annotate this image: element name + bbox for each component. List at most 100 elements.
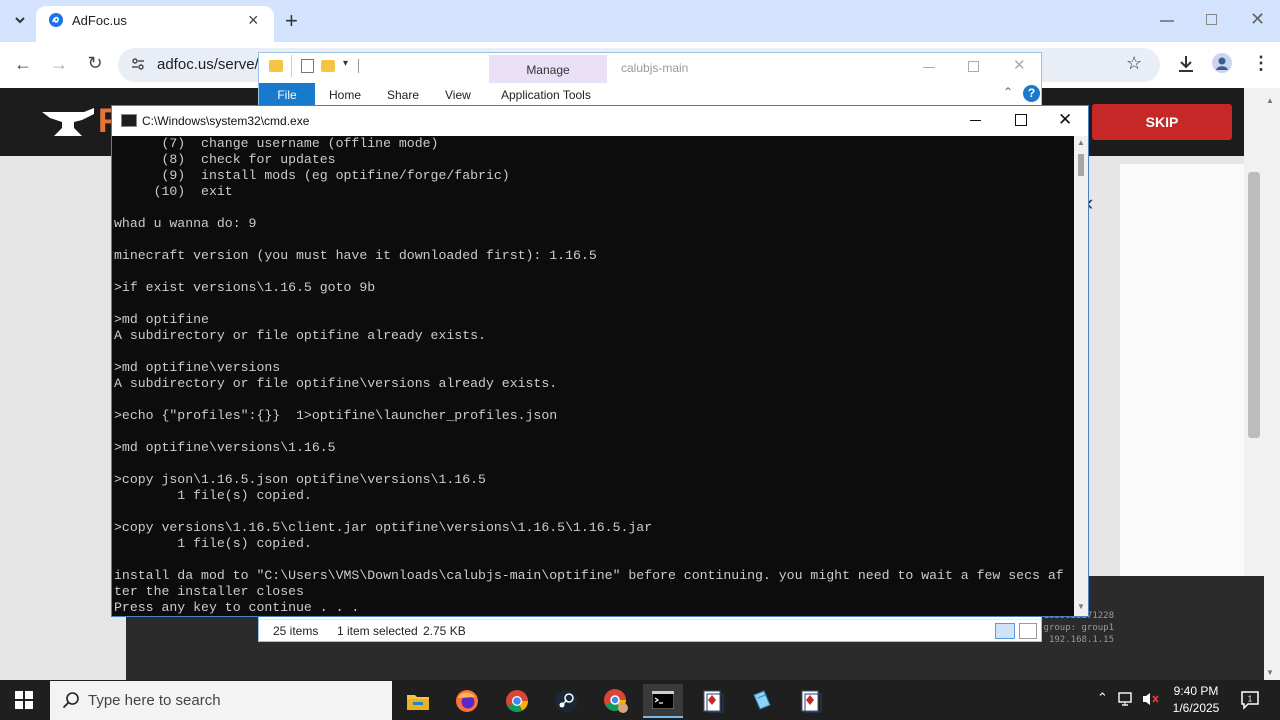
status-size: 2.75 KB <box>423 624 466 638</box>
cmd-scrollbar[interactable]: ▲ ▼ <box>1074 136 1088 616</box>
tab-search-icon[interactable] <box>8 11 32 31</box>
explorer-window-title: calubjs-main <box>621 61 689 75</box>
taskbar-clock[interactable]: 9:40 PM 1/6/2025 <box>1160 683 1232 717</box>
details-view-icon[interactable] <box>995 623 1015 639</box>
url-text: adfoc.us/serve/? <box>157 56 268 73</box>
taskbar-file-explorer[interactable] <box>398 684 438 718</box>
new-tab-button[interactable]: + <box>285 8 298 34</box>
browser-menu-icon[interactable]: ⋮ <box>1252 53 1270 74</box>
search-icon <box>62 691 80 709</box>
status-selected: 1 item selected <box>337 624 418 638</box>
status-item-count: 25 items <box>273 624 319 638</box>
taskbar-firefox[interactable] <box>447 684 487 718</box>
console-line: minecraft version (you must have it down… <box>114 248 597 263</box>
console-line: >echo {"profiles":{}} 1>optifine\launche… <box>114 408 558 423</box>
console-line: (10) exit <box>114 184 233 199</box>
browser-close-icon[interactable]: ✕ <box>1250 9 1265 30</box>
folder-icon <box>269 60 283 72</box>
console-line: A subdirectory or file optifine already … <box>114 328 486 343</box>
console-line: 1 file(s) copied. <box>114 536 312 551</box>
skip-button[interactable]: SKIP <box>1092 104 1232 140</box>
console-line: ter the installer closes <box>114 584 304 599</box>
cmd-titlebar: C:\Windows\system32\cmd.exe ✕ <box>112 106 1088 136</box>
notification-center-icon[interactable]: 1 <box>1240 690 1260 710</box>
profile-avatar-icon[interactable] <box>1212 53 1232 73</box>
new-folder-icon[interactable] <box>321 60 335 72</box>
ribbon-expand-icon[interactable]: ⌃ <box>1003 85 1013 99</box>
scroll-up-icon[interactable]: ▲ <box>1266 96 1274 105</box>
show-hidden-icons-icon[interactable]: ⌃ <box>1097 690 1108 706</box>
clock-date: 1/6/2025 <box>1172 701 1220 715</box>
ad-panel <box>1120 164 1260 576</box>
forward-icon[interactable]: → <box>47 54 71 74</box>
tab-share[interactable]: Share <box>387 88 419 102</box>
divider <box>291 55 292 77</box>
explorer-minimize-icon[interactable] <box>923 67 935 68</box>
explorer-close-icon[interactable]: ✕ <box>1013 56 1026 74</box>
taskbar-solitaire-2[interactable] <box>791 684 831 718</box>
page-scrollbar-thumb[interactable] <box>1248 172 1260 438</box>
cmd-scroll-up-icon[interactable]: ▲ <box>1077 138 1085 147</box>
cmd-minimize-icon[interactable] <box>970 120 981 121</box>
cmd-close-icon[interactable]: ✕ <box>1058 110 1072 130</box>
taskbar-cmd[interactable] <box>643 684 683 718</box>
anvil-logo-icon <box>40 106 96 140</box>
cmd-maximize-icon[interactable] <box>1015 114 1027 126</box>
quick-access-dropdown-icon[interactable]: ▾ <box>343 58 348 69</box>
bookmark-star-icon[interactable]: ☆ <box>1126 53 1142 74</box>
adfocus-favicon-icon <box>48 12 64 28</box>
console-line: 1 file(s) copied. <box>114 488 312 503</box>
back-icon[interactable]: ← <box>11 54 35 74</box>
cmd-scrollbar-thumb[interactable] <box>1078 154 1084 176</box>
cmd-console[interactable]: (7) change username (offline mode) (8) c… <box>112 136 1074 616</box>
cmd-scroll-down-icon[interactable]: ▼ <box>1077 602 1085 611</box>
windows-start-icon[interactable] <box>15 691 33 709</box>
console-line: (7) change username (offline mode) <box>114 136 439 151</box>
properties-icon[interactable] <box>301 59 314 73</box>
browser-restore-icon[interactable] <box>1206 14 1217 25</box>
tab-home[interactable]: Home <box>329 88 361 102</box>
console-line: >copy versions\1.16.5\client.jar optifin… <box>114 520 653 535</box>
download-icon[interactable] <box>1176 54 1196 74</box>
browser-minimize-icon[interactable] <box>1160 20 1174 22</box>
large-icons-view-icon[interactable] <box>1019 623 1037 639</box>
taskbar-notepad[interactable] <box>742 684 782 718</box>
reload-icon[interactable]: ↻ <box>83 53 107 73</box>
tab-application-tools[interactable]: Application Tools <box>501 88 591 102</box>
taskbar-solitaire[interactable] <box>693 684 733 718</box>
divider <box>358 59 359 73</box>
manage-context-tab[interactable]: Manage <box>489 55 607 83</box>
console-line: >copy json\1.16.5.json optifine\versions… <box>114 472 486 487</box>
taskbar-steam[interactable] <box>546 684 586 718</box>
explorer-maximize-icon[interactable] <box>968 61 979 72</box>
search-placeholder: Type here to search <box>88 692 221 709</box>
volume-muted-icon[interactable] <box>1141 691 1161 707</box>
console-line: whad u wanna do: 9 <box>114 216 257 231</box>
console-line: >md optifine\versions\1.16.5 <box>114 440 336 455</box>
explorer-statusbar: 25 items 1 item selected 2.75 KB <box>259 619 1041 641</box>
tab-title: AdFoc.us <box>72 13 127 28</box>
tab-file[interactable]: File <box>259 83 315 107</box>
help-icon[interactable]: ? <box>1023 85 1040 102</box>
taskbar-chrome-profile[interactable] <box>596 684 636 718</box>
console-line: >if exist versions\1.16.5 goto 9b <box>114 280 376 295</box>
scroll-down-icon[interactable]: ▼ <box>1266 668 1274 677</box>
network-icon[interactable] <box>1118 691 1136 707</box>
tab-view[interactable]: View <box>445 88 471 102</box>
console-line: >md optifine <box>114 312 209 327</box>
cmd-window: C:\Windows\system32\cmd.exe ✕ (7) change… <box>111 105 1089 617</box>
close-tab-icon[interactable]: × <box>248 10 259 31</box>
taskbar-search-box[interactable]: Type here to search <box>50 681 392 720</box>
site-info-icon[interactable] <box>130 56 146 72</box>
clock-time: 9:40 PM <box>1173 684 1219 698</box>
console-line: install da mod to "C:\Users\VMS\Download… <box>114 568 1064 583</box>
taskbar-chrome[interactable] <box>497 684 537 718</box>
